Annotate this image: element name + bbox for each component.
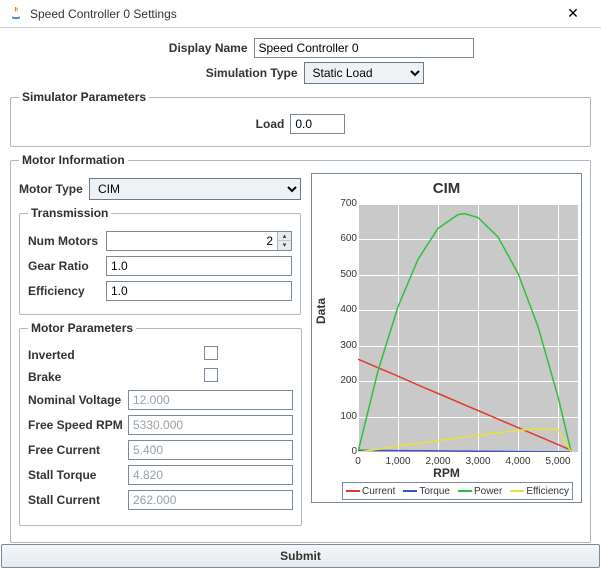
x-tick: 4,000 (498, 456, 538, 467)
stall-current-input (128, 490, 293, 510)
motor-parameters-legend: Motor Parameters (28, 321, 136, 335)
num-motors-input[interactable] (107, 232, 277, 250)
brake-label: Brake (28, 370, 128, 384)
display-name-row: Display Name (10, 38, 591, 58)
motor-information-group: Motor Information Motor Type CIM Transmi… (10, 153, 591, 543)
legend-current: Current (362, 486, 395, 497)
brake-checkbox[interactable] (204, 368, 218, 382)
x-tick: 3,000 (458, 456, 498, 467)
transmission-legend: Transmission (28, 206, 111, 220)
efficiency-input[interactable] (106, 281, 292, 301)
chart-title: CIM (320, 180, 573, 197)
motor-parameters-group: Motor Parameters Inverted Brake Nominal … (19, 321, 302, 526)
chart-y-axis-label: Data (314, 298, 328, 324)
chart-legend: Current Torque Power Efficiency (342, 482, 573, 500)
sim-type-row: Simulation Type Static Load (10, 62, 591, 84)
java-icon (8, 6, 24, 22)
close-icon: ✕ (567, 5, 579, 22)
load-input[interactable] (290, 114, 345, 134)
simulator-parameters-legend: Simulator Parameters (19, 90, 149, 104)
close-button[interactable]: ✕ (553, 0, 593, 28)
motor-type-label: Motor Type (19, 182, 89, 196)
y-tick: 700 (333, 198, 357, 209)
gear-ratio-input[interactable] (106, 256, 292, 276)
free-speed-label: Free Speed RPM (28, 418, 128, 432)
sim-type-select[interactable]: Static Load (304, 62, 424, 84)
y-tick: 300 (333, 340, 357, 351)
submit-button[interactable]: Submit (1, 544, 600, 568)
num-motors-label: Num Motors (28, 234, 106, 248)
nominal-voltage-label: Nominal Voltage (28, 393, 128, 407)
display-name-label: Display Name (128, 41, 248, 55)
y-tick: 400 (333, 304, 357, 315)
simulator-parameters-group: Simulator Parameters Load (10, 90, 591, 147)
efficiency-label: Efficiency (28, 284, 106, 298)
nominal-voltage-input (128, 390, 293, 410)
free-current-label: Free Current (28, 443, 128, 457)
stall-current-label: Stall Current (28, 493, 128, 507)
display-name-input[interactable] (254, 38, 474, 58)
transmission-group: Transmission Num Motors ▴ ▾ Gear Ratio (19, 206, 301, 315)
stall-torque-input (128, 465, 293, 485)
chart-x-axis-label: RPM (312, 466, 581, 480)
submit-label: Submit (280, 549, 321, 563)
spinner-down-icon[interactable]: ▾ (278, 241, 291, 250)
y-tick: 200 (333, 375, 357, 386)
chart-plot-area (358, 204, 578, 452)
num-motors-spinner[interactable]: ▴ ▾ (106, 231, 292, 251)
inverted-label: Inverted (28, 348, 128, 362)
x-tick: 0 (338, 456, 378, 467)
motor-type-select[interactable]: CIM (89, 178, 301, 200)
x-tick: 2,000 (418, 456, 458, 467)
gear-ratio-label: Gear Ratio (28, 259, 106, 273)
window-title: Speed Controller 0 Settings (30, 7, 553, 21)
inverted-checkbox[interactable] (204, 346, 218, 360)
y-tick: 100 (333, 411, 357, 422)
y-tick: 500 (333, 269, 357, 280)
legend-efficiency: Efficiency (526, 486, 569, 497)
free-current-input (128, 440, 293, 460)
stall-torque-label: Stall Torque (28, 468, 128, 482)
sim-type-label: Simulation Type (178, 66, 298, 80)
titlebar: Speed Controller 0 Settings ✕ (0, 0, 601, 28)
legend-power: Power (474, 486, 502, 497)
load-label: Load (256, 117, 285, 131)
motor-information-legend: Motor Information (19, 153, 128, 167)
motor-chart: CIM Data RPM Current Torque Power Effici… (311, 173, 582, 503)
y-tick: 600 (333, 233, 357, 244)
spinner-up-icon[interactable]: ▴ (278, 232, 291, 241)
legend-torque: Torque (419, 486, 450, 497)
free-speed-input (128, 415, 293, 435)
x-tick: 5,000 (538, 456, 578, 467)
x-tick: 1,000 (378, 456, 418, 467)
